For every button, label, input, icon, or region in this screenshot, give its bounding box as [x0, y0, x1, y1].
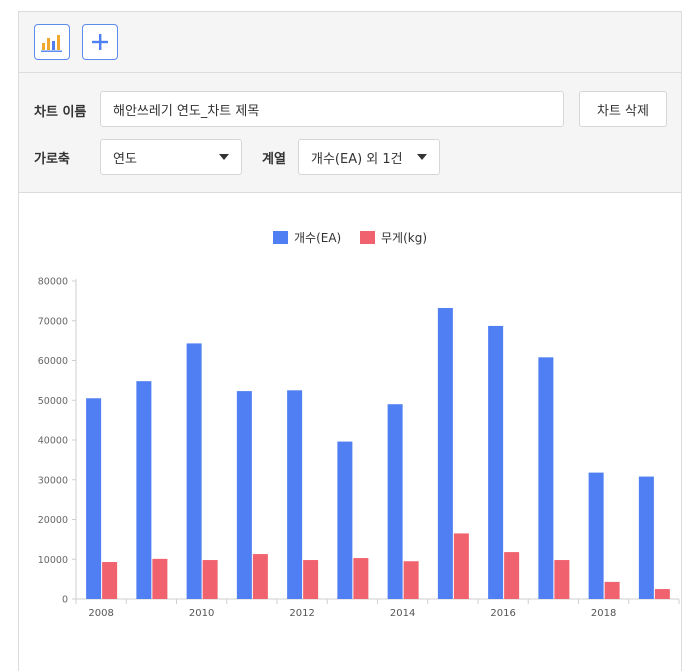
chevron-down-icon — [417, 154, 427, 160]
bar-weight — [353, 558, 369, 599]
bar-count — [638, 476, 654, 599]
delete-chart-button[interactable]: 차트 삭제 — [579, 91, 667, 127]
bar-weight — [554, 560, 570, 599]
bar-count — [86, 398, 102, 599]
chart-settings: 차트 이름 차트 삭제 가로축 연도 계열 개수(EA) 외 1건 — [19, 73, 681, 193]
bar-count — [337, 441, 353, 599]
y-tick-label: 70000 — [38, 316, 68, 327]
x-tick-label: 2018 — [591, 608, 616, 619]
bar-count — [437, 308, 453, 599]
series-select-value: 개수(EA) 외 1건 — [311, 151, 403, 167]
x-tick-label: 2008 — [88, 608, 113, 619]
series-label: 계열 — [262, 152, 286, 167]
bar-weight — [252, 554, 268, 599]
bar-weight — [654, 589, 670, 599]
legend-label: 무게(kg) — [381, 231, 427, 245]
y-tick-label: 10000 — [38, 555, 68, 566]
x-tick-label: 2014 — [390, 608, 415, 619]
bar-weight — [453, 533, 469, 599]
x-axis-label: 가로축 — [34, 152, 70, 167]
bar-weight — [504, 552, 520, 599]
chart-name-input[interactable] — [100, 91, 564, 127]
legend-swatch — [273, 231, 288, 244]
series-select[interactable]: 개수(EA) 외 1건 — [298, 139, 440, 175]
chart-editor-panel: 차트 이름 차트 삭제 가로축 연도 계열 개수(EA) 외 1건 개수(EA)… — [18, 11, 682, 671]
bar-count — [287, 390, 303, 599]
add-chart-button[interactable] — [82, 24, 118, 60]
bar-count — [538, 357, 554, 599]
y-tick-label: 80000 — [38, 277, 68, 288]
x-tick-label: 2016 — [490, 608, 515, 619]
y-tick-label: 60000 — [38, 356, 68, 367]
bar-count — [136, 381, 152, 599]
bar-chart: 개수(EA) 무게(kg) 0 10000 20000 30000 40000 50000 60… — [38, 231, 680, 619]
bar-count — [488, 325, 504, 599]
y-tick-label: 40000 — [38, 436, 68, 447]
bar-weight — [102, 562, 118, 599]
bar-count — [588, 472, 604, 599]
legend-swatch — [360, 231, 375, 244]
bar-count — [186, 343, 202, 599]
chart-area: 개수(EA) 무게(kg) 0 10000 20000 30000 40000 50000 60… — [19, 193, 681, 663]
bar-weight — [303, 560, 319, 599]
chevron-down-icon — [219, 154, 229, 160]
chart-type-button[interactable] — [34, 24, 70, 60]
y-tick-label: 20000 — [38, 515, 68, 526]
bar-count — [387, 404, 403, 599]
y-tick-label: 0 — [62, 595, 68, 606]
x-axis-select-value: 연도 — [113, 151, 137, 167]
x-tick-label: 2012 — [289, 608, 314, 619]
bar-weight — [604, 581, 620, 599]
bar-count — [236, 391, 252, 599]
chart-name-label: 차트 이름 — [34, 105, 87, 120]
y-tick-label: 50000 — [38, 396, 68, 407]
bar-chart-icon — [41, 35, 62, 52]
plus-icon — [92, 34, 108, 50]
bar-weight — [152, 558, 168, 599]
y-tick-label: 30000 — [38, 475, 68, 486]
x-tick-label: 2010 — [189, 608, 214, 619]
bar-weight — [202, 560, 218, 599]
x-axis-select[interactable]: 연도 — [100, 139, 242, 175]
bar-weight — [403, 561, 419, 599]
legend-label: 개수(EA) — [294, 231, 341, 245]
toolbar — [19, 12, 681, 73]
